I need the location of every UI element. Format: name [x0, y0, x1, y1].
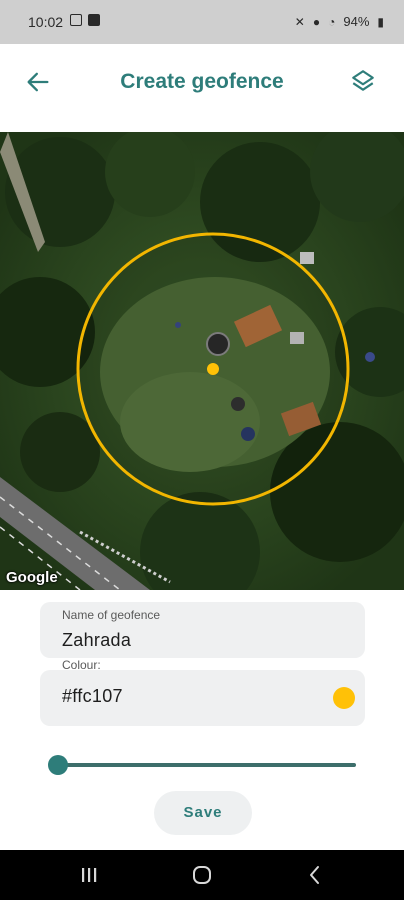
colour-field[interactable]: Colour: #ffc107: [40, 658, 365, 726]
wifi-icon: ◔: [328, 14, 336, 29]
status-time: 10:02: [28, 14, 64, 30]
battery-percent: 94%: [343, 14, 370, 29]
google-attribution: Google: [6, 569, 58, 586]
radius-slider-thumb[interactable]: [48, 755, 68, 775]
layers-icon[interactable]: [350, 68, 376, 94]
system-nav-bar: [0, 850, 404, 900]
calendar-check-icon: [88, 14, 100, 26]
colour-input[interactable]: #ffc107: [62, 686, 123, 707]
location-icon: ●: [312, 14, 321, 29]
colour-label: Colour:: [62, 658, 101, 672]
map-imagery: [0, 132, 404, 590]
geofence-center-marker[interactable]: [207, 363, 219, 375]
status-notification-icons: [70, 14, 100, 26]
status-bar: 10:02 ✕ ● ◔ 94% ▮: [0, 0, 404, 44]
app-bar: Create geofence: [0, 44, 404, 132]
recent-apps-icon[interactable]: [78, 864, 100, 886]
satellite-map[interactable]: Google: [0, 132, 404, 590]
geofence-name-field[interactable]: Name of geofence Zahrada: [40, 602, 365, 658]
status-system-icons: ✕ ● ◔ 94% ▮: [295, 14, 384, 29]
save-button[interactable]: Save: [154, 791, 252, 835]
page-title: Create geofence: [120, 70, 284, 93]
photo-icon: [70, 14, 82, 26]
colour-swatch[interactable]: [333, 687, 355, 709]
home-icon[interactable]: [191, 864, 213, 886]
battery-icon: ▮: [377, 14, 384, 29]
geofence-name-input[interactable]: Zahrada: [62, 630, 131, 651]
radius-slider-track[interactable]: [56, 763, 356, 767]
geofence-form: Name of geofence Zahrada Colour: #ffc107…: [0, 590, 404, 850]
mute-icon: ✕: [294, 14, 305, 29]
geofence-name-label: Name of geofence: [62, 608, 161, 622]
radius-slider[interactable]: [48, 753, 356, 777]
back-icon[interactable]: [304, 864, 326, 886]
